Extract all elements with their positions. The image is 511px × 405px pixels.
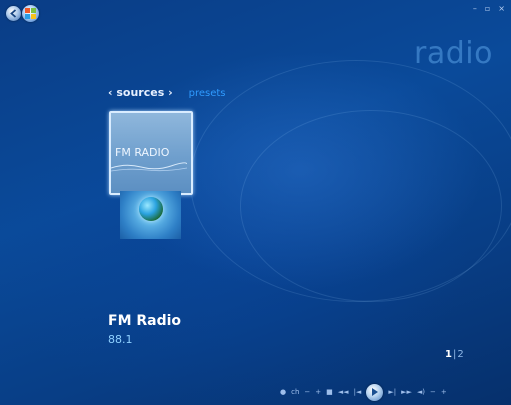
- stop-button[interactable]: ■: [326, 388, 333, 396]
- media-center-logo-icon: [25, 8, 30, 13]
- pager-current[interactable]: 1: [445, 349, 452, 360]
- page-title: radio: [414, 36, 493, 71]
- category-nav: ‹ sources › presets: [108, 86, 226, 99]
- volume-icon[interactable]: ◄): [417, 388, 425, 396]
- back-arrow-icon: [10, 9, 17, 18]
- background-swoosh: [240, 110, 502, 302]
- transport-bar: ● ch − + ■ ◄◄ |◄ ►| ►► ◄) − +: [280, 382, 511, 402]
- globe-icon: [139, 197, 163, 221]
- pager-total[interactable]: 2: [457, 349, 463, 360]
- rewind-button[interactable]: ◄◄: [338, 388, 349, 396]
- media-center-screen: – ▫ × radio ‹ sources › presets FM RADIO…: [0, 0, 511, 405]
- next-button[interactable]: ►|: [388, 388, 396, 396]
- tile-label: FM RADIO: [115, 146, 170, 159]
- channel-down-button[interactable]: −: [304, 388, 310, 396]
- play-button[interactable]: [366, 383, 384, 401]
- nav-sources[interactable]: ‹ sources ›: [108, 86, 173, 99]
- pager-separator: |: [452, 349, 457, 360]
- window-controls: – ▫ ×: [473, 4, 505, 14]
- restore-button[interactable]: ▫: [485, 4, 490, 14]
- radio-wave-icon: [111, 162, 187, 172]
- globe-tile[interactable]: [120, 191, 181, 239]
- station-name: FM Radio: [108, 313, 182, 329]
- channel-up-button[interactable]: +: [315, 388, 321, 396]
- fast-forward-button[interactable]: ►►: [401, 388, 412, 396]
- back-button[interactable]: [6, 6, 21, 21]
- previous-button[interactable]: |◄: [354, 388, 362, 396]
- close-button[interactable]: ×: [498, 4, 505, 14]
- ch-label: ch: [291, 388, 300, 396]
- start-button[interactable]: [22, 5, 39, 22]
- volume-down-button[interactable]: −: [430, 388, 436, 396]
- record-button[interactable]: ●: [280, 388, 286, 396]
- nav-presets[interactable]: presets: [189, 88, 226, 99]
- pager: 1|2: [445, 349, 464, 360]
- minimize-button[interactable]: –: [473, 4, 477, 14]
- volume-up-button[interactable]: +: [441, 388, 447, 396]
- fm-radio-tile[interactable]: FM RADIO: [109, 111, 193, 195]
- station-frequency: 88.1: [108, 333, 133, 346]
